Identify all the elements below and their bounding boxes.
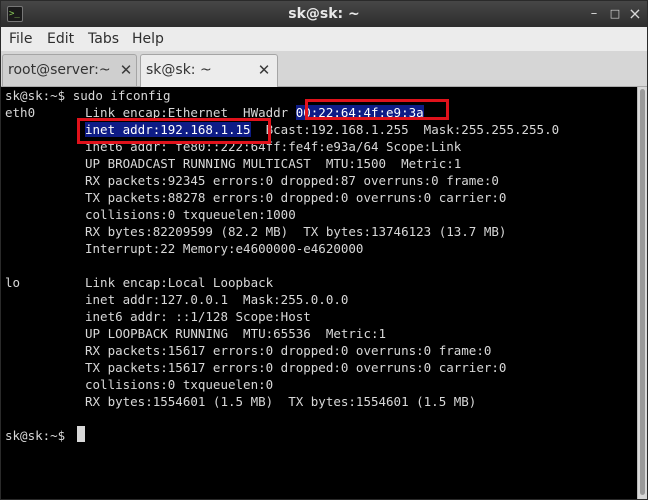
window-title: sk@sk: ~ (288, 6, 360, 22)
eth0-flags: UP BROADCAST RUNNING MULTICAST MTU:1500 … (85, 156, 462, 171)
eth0-interrupt: Interrupt:22 Memory:e4600000-e4620000 (85, 241, 364, 256)
eth0-bytes: RX bytes:82209599 (82.2 MB) TX bytes:137… (85, 224, 507, 239)
scrollbar[interactable] (637, 87, 647, 499)
tab-close-icon[interactable]: ✕ (119, 63, 133, 78)
lo-inet: inet addr:127.0.0.1 Mask:255.0.0.0 (85, 292, 349, 307)
minimize-icon[interactable]: – (585, 5, 603, 23)
scrollbar-thumb[interactable] (640, 89, 645, 495)
lo-bytes: RX bytes:1554601 (1.5 MB) TX bytes:15546… (85, 394, 477, 409)
eth0-tx-packets: TX packets:88278 errors:0 dropped:0 over… (85, 190, 507, 205)
final-prompt: sk@sk:~$ (5, 428, 66, 443)
command-line: sk@sk:~$ sudo ifconfig (5, 87, 171, 104)
tab-sk[interactable]: sk@sk: ~ ✕ (140, 54, 278, 88)
prompt: sk@sk:~$ (5, 88, 66, 103)
tab-label: root@server:~ (8, 62, 111, 78)
menu-bar: File Edit Tabs Help (1, 27, 647, 51)
lo-rx-packets: RX packets:15617 errors:0 dropped:0 over… (85, 343, 492, 358)
eth0-inet-rest: Bcast:192.168.1.255 Mask:255.255.255.0 (250, 122, 560, 137)
title-bar[interactable]: >_ sk@sk: ~ – □ × (1, 1, 647, 27)
tab-label: sk@sk: ~ (146, 62, 212, 78)
tab-close-icon[interactable]: ✕ (257, 63, 271, 78)
text-cursor (77, 426, 85, 442)
terminal-window: >_ sk@sk: ~ – □ × File Edit Tabs Help ro… (0, 0, 648, 500)
tab-bar: root@server:~ ✕ sk@sk: ~ ✕ (1, 51, 647, 88)
mac-highlight-box (305, 99, 449, 120)
lo-flags: UP LOOPBACK RUNNING MTU:65536 Metric:1 (85, 326, 387, 341)
menu-file[interactable]: File (9, 27, 32, 51)
menu-edit[interactable]: Edit (47, 27, 74, 51)
maximize-icon[interactable]: □ (606, 5, 624, 23)
lo-tx-packets: TX packets:15617 errors:0 dropped:0 over… (85, 360, 507, 375)
ip-highlight-box (77, 118, 271, 144)
menu-help[interactable]: Help (132, 27, 164, 51)
tab-root-server[interactable]: root@server:~ ✕ (2, 54, 137, 86)
menu-tabs[interactable]: Tabs (88, 27, 119, 51)
eth0-collisions: collisions:0 txqueuelen:1000 (85, 207, 296, 222)
lo-inet6: inet6 addr: ::1/128 Scope:Host (85, 309, 311, 324)
terminal-output[interactable]: sk@sk:~$ sudo ifconfig eth0 Link encap:E… (1, 87, 637, 499)
lo-collisions: collisions:0 txqueuelen:0 (85, 377, 274, 392)
command: sudo ifconfig (72, 88, 171, 103)
lo-encap: Link encap:Local Loopback (85, 275, 274, 290)
close-icon[interactable]: × (626, 5, 644, 23)
lo-iface: lo (5, 275, 21, 290)
eth0-iface: eth0 (5, 105, 36, 120)
eth0-rx-packets: RX packets:92345 errors:0 dropped:87 ove… (85, 173, 499, 188)
